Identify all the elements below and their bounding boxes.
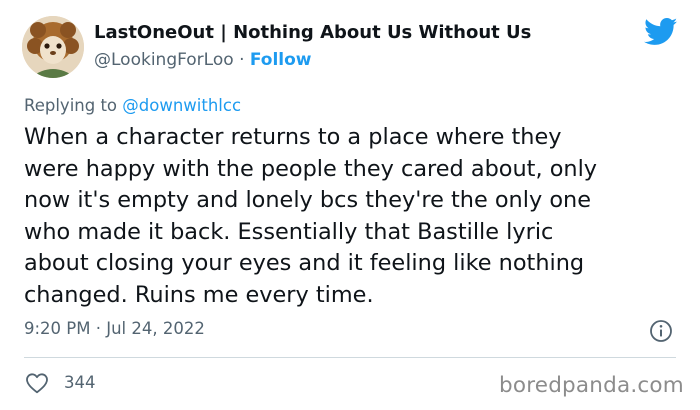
- tweet-text-line: about closing your eyes and it feeling l…: [24, 250, 585, 277]
- avatar[interactable]: [22, 16, 84, 78]
- handle-separator: ·: [239, 50, 245, 70]
- display-name[interactable]: LastOneOut | Nothing About Us Without Us: [94, 22, 531, 43]
- tweet-timestamp[interactable]: 9:20 PM · Jul 24, 2022: [24, 319, 205, 338]
- tweet-text-line: When a character returns to a place wher…: [24, 124, 562, 150]
- user-handle[interactable]: @LookingForLoo: [94, 50, 234, 70]
- heart-icon[interactable]: [25, 372, 49, 394]
- boredpanda-watermark: boredpanda.com: [499, 373, 684, 398]
- tweet-text-line: were happy with the people they cared ab…: [24, 155, 598, 182]
- divider: [24, 357, 676, 358]
- tweet-card: LastOneOut | Nothing About Us Without Us…: [0, 0, 700, 410]
- replying-to: Replying to @downwithlcc: [24, 96, 241, 115]
- tweet-text-line: changed. Ruins me every time.: [24, 281, 374, 308]
- handle-row: @LookingForLoo · Follow: [94, 50, 312, 70]
- follow-button[interactable]: Follow: [250, 50, 312, 70]
- reply-mention-link[interactable]: @downwithlcc: [122, 96, 241, 115]
- tweet-text: When a character returns to a place wher…: [24, 122, 684, 312]
- like-count[interactable]: 344: [64, 373, 96, 392]
- tweet-text-line: who made it back. Essentially that Basti…: [24, 218, 554, 245]
- twitter-bird-icon[interactable]: [644, 18, 678, 46]
- avatar-image: [22, 16, 84, 78]
- tweet-text-line: now it's empty and lonely bcs they're th…: [24, 187, 591, 214]
- replying-to-label: Replying to: [24, 96, 118, 115]
- info-icon[interactable]: [649, 319, 673, 343]
